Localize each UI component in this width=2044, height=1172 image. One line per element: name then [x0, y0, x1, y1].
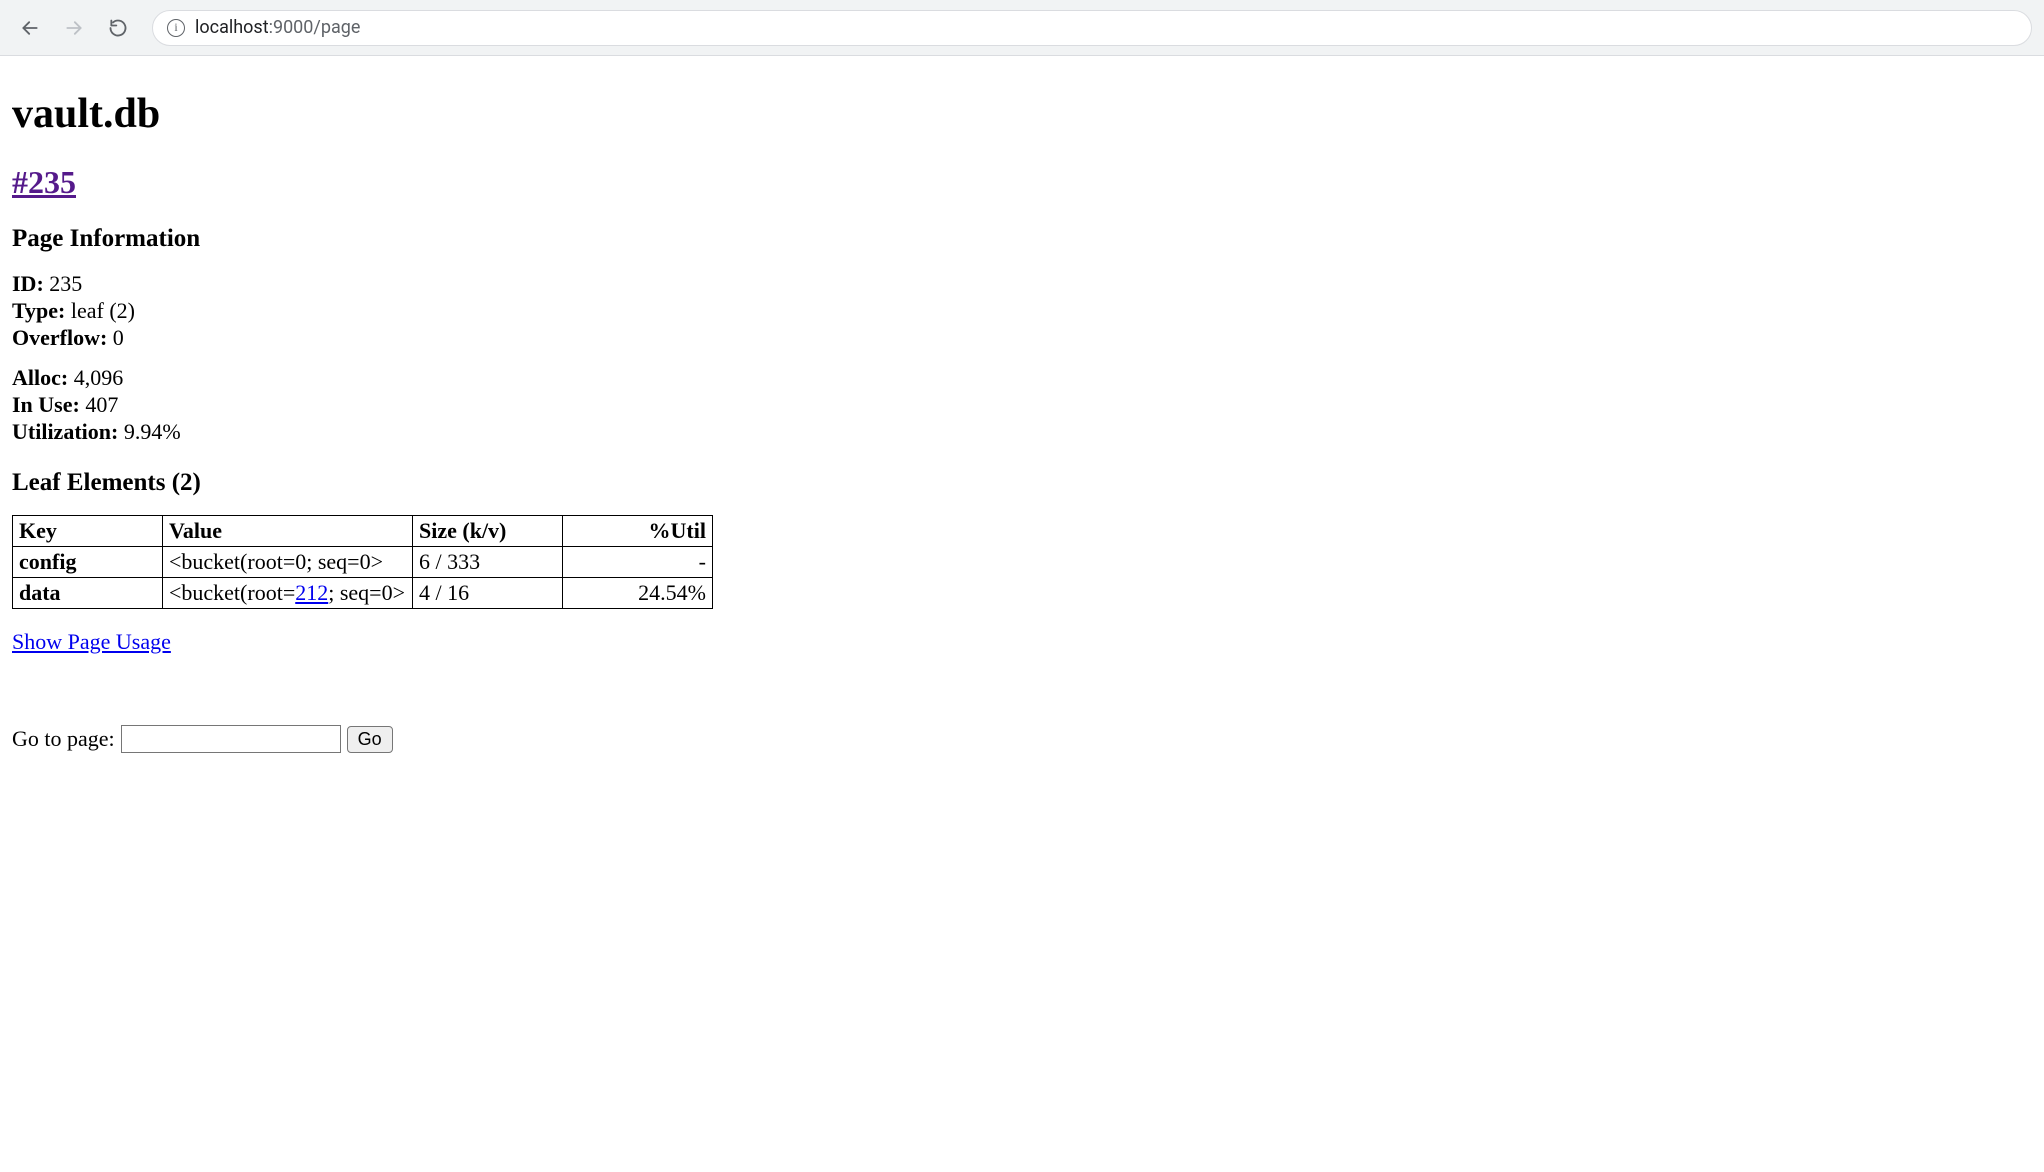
table-row: data<bucket(root=212; seq=0>4 / 1624.54% — [13, 578, 713, 609]
table-row: config<bucket(root=0; seq=0>6 / 333- — [13, 547, 713, 578]
section-heading-page-info: Page Information — [12, 225, 2032, 253]
browser-toolbar: i localhost:9000/page — [0, 0, 2044, 56]
cell-util: - — [563, 547, 713, 578]
info-utilization: Utilization: 9.94% — [12, 419, 2032, 445]
col-key: Key — [13, 516, 163, 547]
go-button[interactable]: Go — [347, 726, 393, 753]
info-overflow: Overflow: 0 — [12, 325, 2032, 351]
goto-label: Go to page: — [12, 726, 115, 752]
site-info-icon[interactable]: i — [167, 19, 185, 37]
cell-value: <bucket(root=212; seq=0> — [163, 578, 413, 609]
bucket-root-link[interactable]: 212 — [295, 580, 328, 605]
info-inuse: In Use: 407 — [12, 392, 2032, 418]
info-type: Type: leaf (2) — [12, 298, 2032, 324]
forward-button[interactable] — [56, 10, 92, 46]
cell-util: 24.54% — [563, 578, 713, 609]
breadcrumb-link[interactable]: #235 — [12, 164, 76, 200]
cell-size: 4 / 16 — [413, 578, 563, 609]
elements-table: Key Value Size (k/v) %Util config<bucket… — [12, 515, 713, 609]
cell-key: config — [13, 547, 163, 578]
section-heading-leaf-elements: Leaf Elements (2) — [12, 469, 2032, 497]
cell-size: 6 / 333 — [413, 547, 563, 578]
goto-page-input[interactable] — [121, 725, 341, 753]
cell-value: <bucket(root=0; seq=0> — [163, 547, 413, 578]
address-bar[interactable]: i localhost:9000/page — [152, 10, 2032, 46]
col-value: Value — [163, 516, 413, 547]
col-util: %Util — [563, 516, 713, 547]
reload-button[interactable] — [100, 10, 136, 46]
back-button[interactable] — [12, 10, 48, 46]
col-size: Size (k/v) — [413, 516, 563, 547]
url-text: localhost:9000/page — [195, 17, 360, 38]
cell-key: data — [13, 578, 163, 609]
show-page-usage-link[interactable]: Show Page Usage — [12, 629, 171, 654]
page-title: vault.db — [12, 90, 2032, 138]
info-alloc: Alloc: 4,096 — [12, 365, 2032, 391]
info-id: ID: 235 — [12, 271, 2032, 297]
